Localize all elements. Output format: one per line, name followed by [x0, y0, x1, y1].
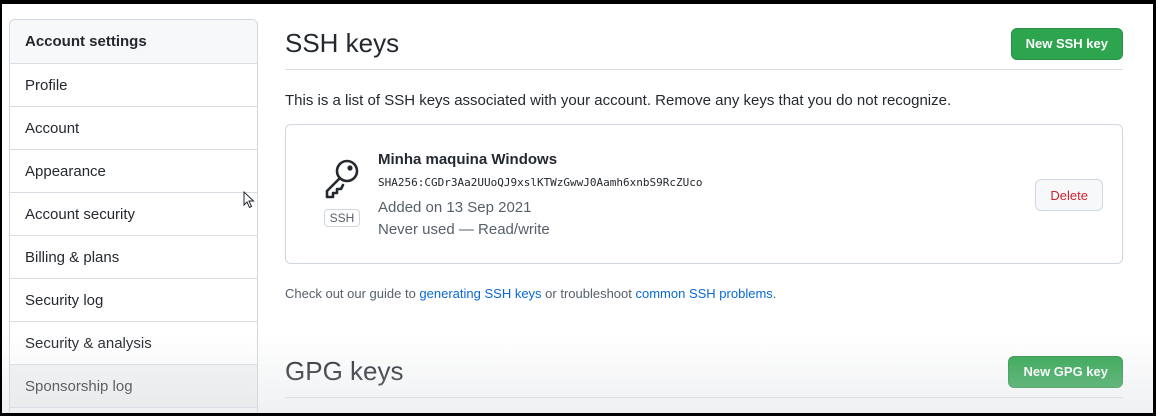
ssh-intro-text: This is a list of SSH keys associated wi… — [285, 92, 952, 109]
main-content: SSH keys New SSH key This is a list of S… — [285, 4, 1123, 413]
sidebar-item-security-analysis[interactable]: Security & analysis — [10, 322, 257, 365]
delete-ssh-key-button[interactable]: Delete — [1035, 179, 1103, 211]
ssh-guide-text: Check out our guide to generating SSH ke… — [285, 286, 776, 301]
ssh-badge: SSH — [323, 209, 361, 227]
guide-prefix: Check out our guide to — [285, 286, 420, 301]
ssh-key-item: SSH Minha maquina Windows SHA256:CGDr3Aa… — [285, 124, 1123, 264]
new-gpg-key-button[interactable]: New GPG key — [1008, 355, 1123, 388]
key-icon-group: SSH — [320, 157, 364, 227]
sidebar-item-account[interactable]: Account — [10, 107, 257, 150]
guide-middle: or troubleshoot — [541, 286, 636, 301]
ssh-keys-title: SSH keys — [285, 28, 400, 58]
sidebar-header: Account settings — [10, 20, 257, 64]
sidebar-item-billing-plans[interactable]: Billing & plans — [10, 236, 257, 279]
mouse-cursor-icon — [243, 191, 255, 209]
guide-suffix: . — [772, 286, 777, 301]
gpg-section-header: GPG keys New GPG key — [285, 346, 1123, 398]
ssh-key-usage: Never used — Read/write — [378, 221, 550, 238]
new-ssh-key-button[interactable]: New SSH key — [1010, 27, 1123, 60]
generating-ssh-keys-link[interactable]: generating SSH keys — [419, 286, 541, 301]
sidebar-item-security-log[interactable]: Security log — [10, 279, 257, 322]
settings-sidebar: Account settings Profile Account Appeara… — [9, 19, 258, 413]
ssh-key-added-date: Added on 13 Sep 2021 — [378, 199, 532, 216]
ssh-key-name: Minha maquina Windows — [378, 151, 558, 168]
sidebar-item-appearance[interactable]: Appearance — [10, 150, 257, 193]
ssh-key-details: Minha maquina Windows SHA256:CGDr3Aa2UUo… — [378, 151, 703, 241]
screenshot-frame: Account settings Profile Account Appeara… — [2, 4, 1153, 413]
ssh-key-fingerprint: SHA256:CGDr3Aa2UUoQJ9xslKTWzGwwJ0Aamh6xn… — [378, 176, 703, 189]
common-ssh-problems-link[interactable]: common SSH problems — [636, 286, 773, 301]
key-icon — [325, 159, 359, 199]
ssh-section-header: SSH keys New SSH key — [285, 18, 1123, 70]
sidebar-item-sponsorship-log[interactable]: Sponsorship log — [10, 365, 257, 408]
sidebar-item-profile[interactable]: Profile — [10, 64, 257, 107]
gpg-keys-title: GPG keys — [285, 356, 404, 386]
sidebar-item-account-security[interactable]: Account security — [10, 193, 257, 236]
